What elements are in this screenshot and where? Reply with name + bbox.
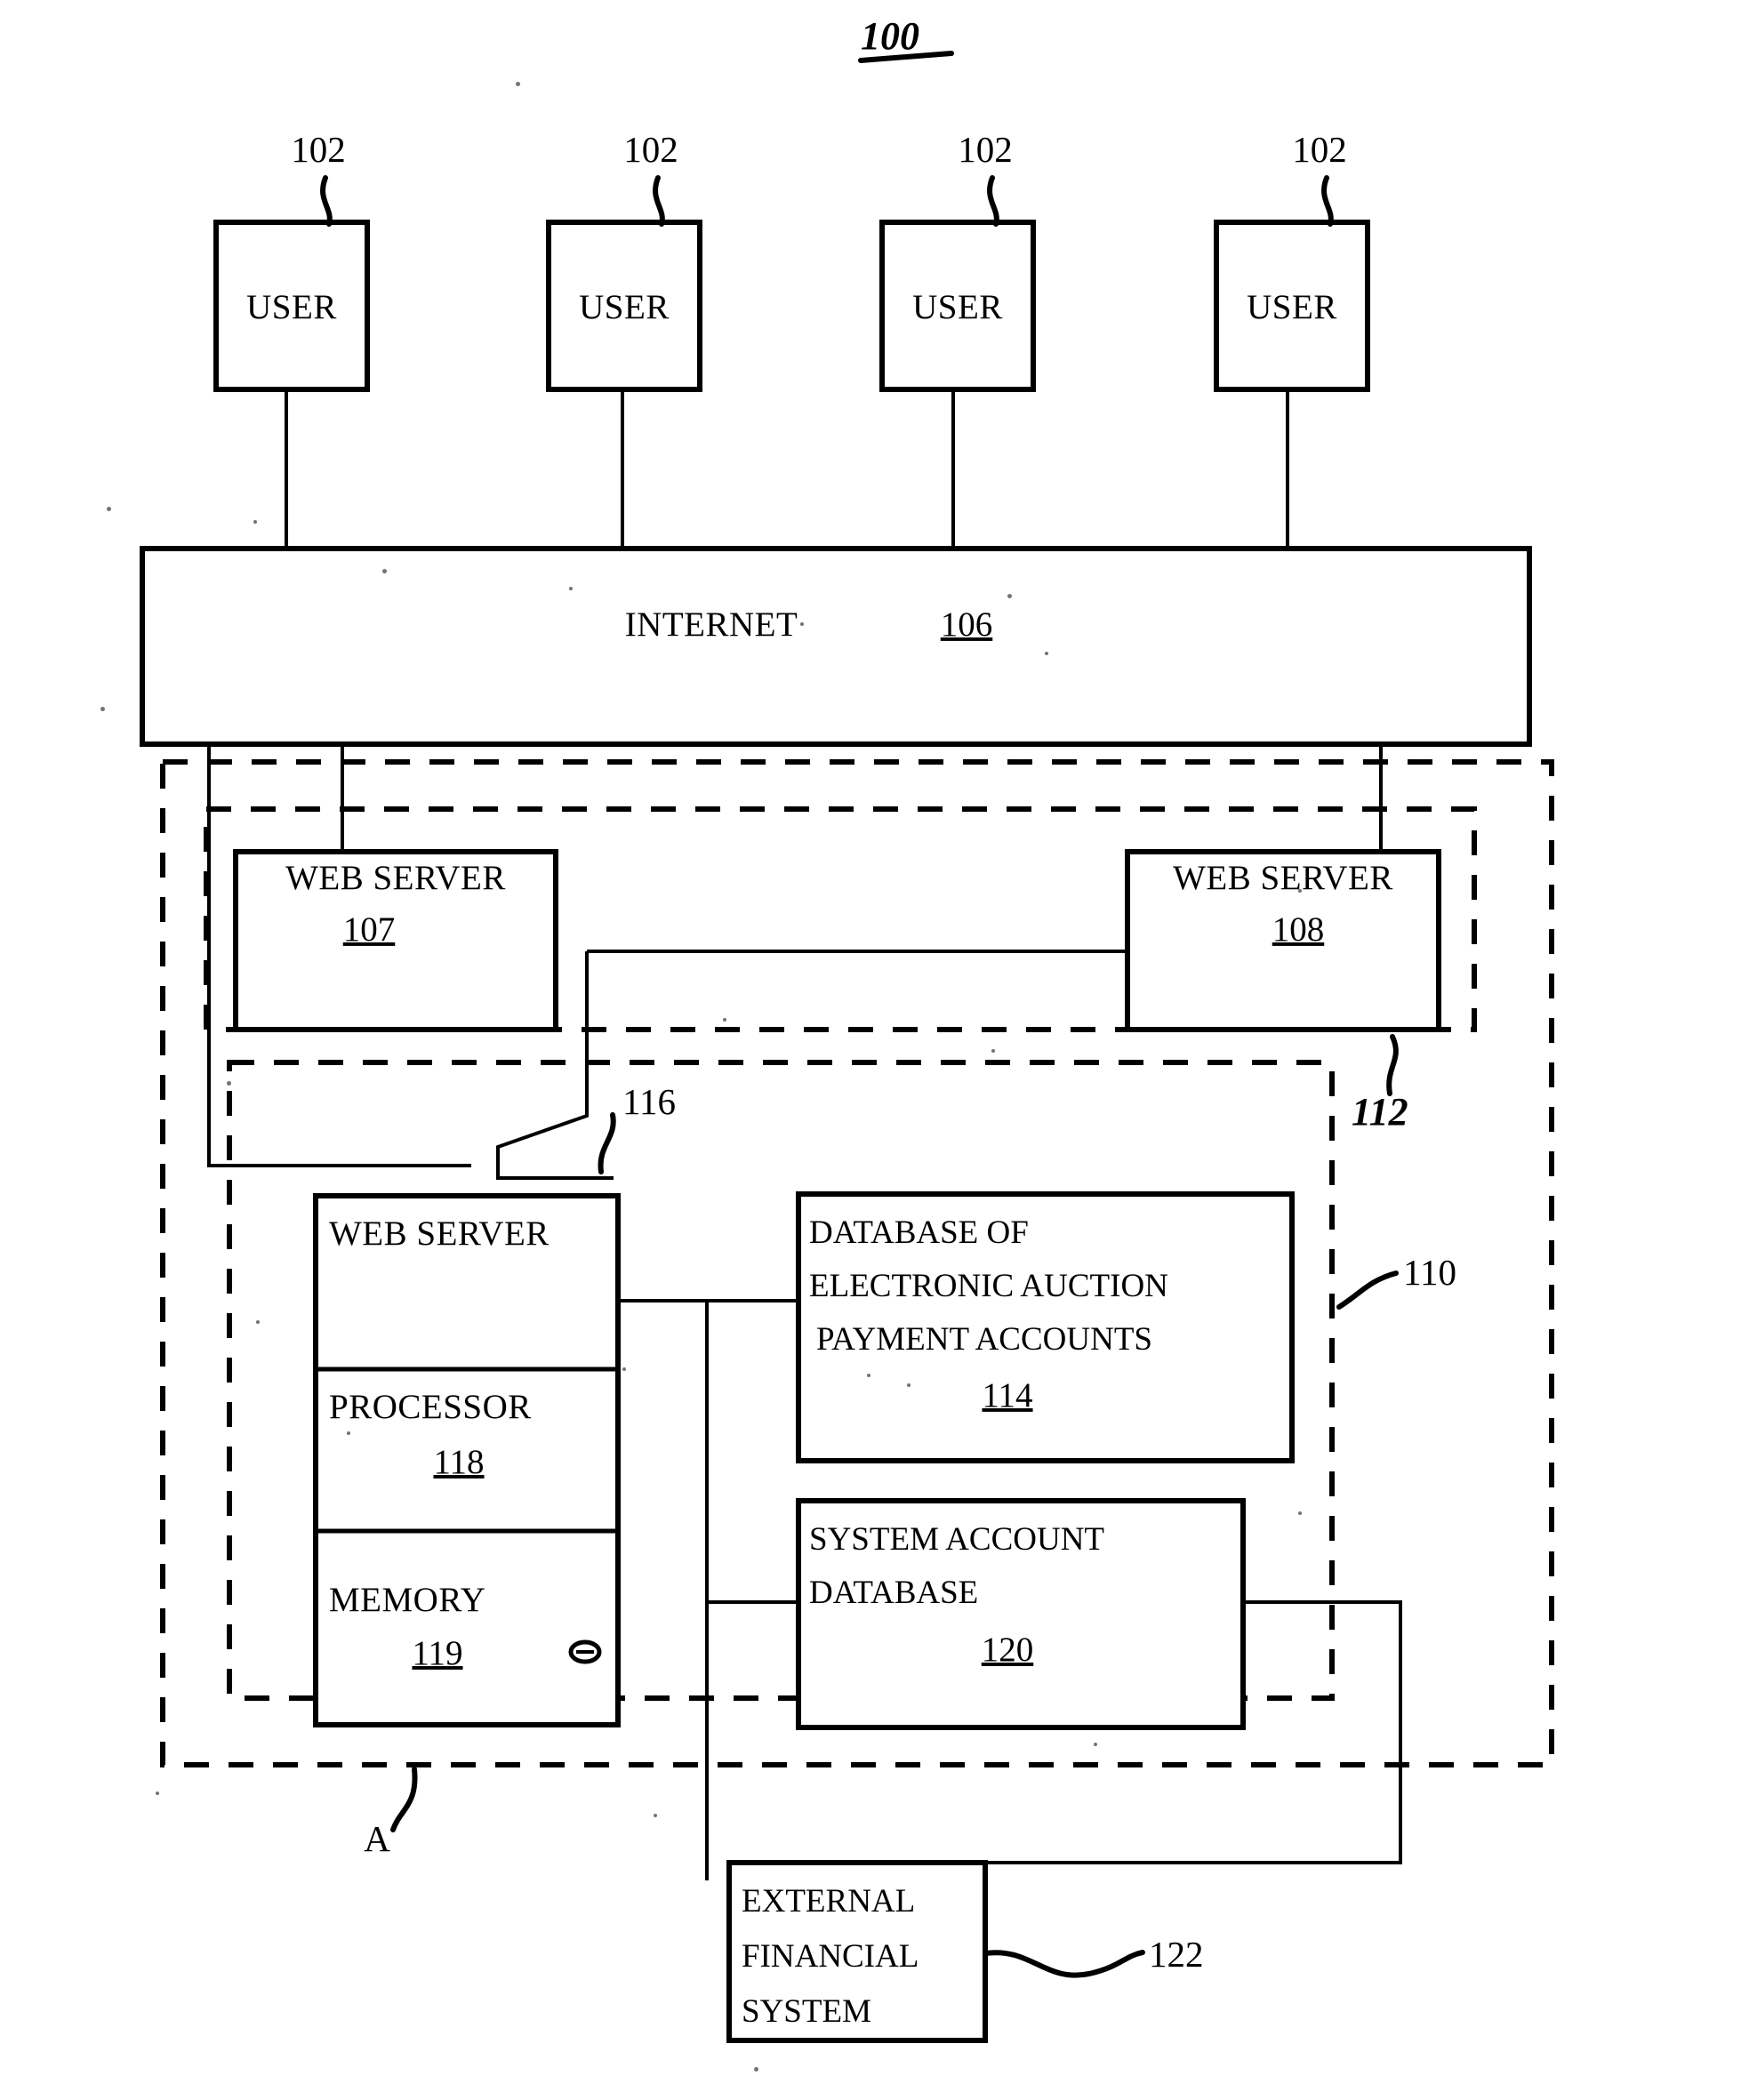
scan-speck xyxy=(569,587,573,590)
external-line1: EXTERNAL xyxy=(742,1883,915,1920)
leader-A xyxy=(390,1767,418,1832)
internet-label: INTERNET xyxy=(625,605,798,644)
core-web-server-label: WEB SERVER xyxy=(329,1214,550,1253)
ref-A: A xyxy=(364,1818,390,1859)
user-label-4: USER xyxy=(1247,288,1337,326)
leader-102-2 xyxy=(653,175,665,227)
internet-bar[interactable] xyxy=(140,546,1532,747)
database-114-ref: 114 xyxy=(982,1376,1032,1415)
ref-102-2: 102 xyxy=(623,129,678,170)
internet-ref: 106 xyxy=(941,605,993,644)
web-server-108-ref: 108 xyxy=(1272,910,1325,949)
database-120-line1: SYSTEM ACCOUNT xyxy=(809,1521,1104,1558)
scan-speck xyxy=(907,1383,911,1387)
scan-speck xyxy=(1007,594,1012,598)
scan-speck xyxy=(516,82,520,86)
scan-speck xyxy=(256,1320,260,1324)
scan-speck xyxy=(754,2067,758,2072)
database-120-line2: DATABASE xyxy=(809,1575,978,1611)
scan-speck xyxy=(1094,1743,1097,1746)
scan-speck xyxy=(227,1081,231,1086)
user-label-3: USER xyxy=(912,288,1003,326)
external-line2: FINANCIAL xyxy=(742,1938,919,1975)
database-120-ref: 120 xyxy=(982,1631,1034,1669)
scan-speck xyxy=(654,1814,657,1817)
patent-figure-canvas: 100 102 102 102 102 USER USER USER USER … xyxy=(0,0,1749,2100)
ref-116: 116 xyxy=(622,1081,676,1122)
scan-speck xyxy=(107,507,111,511)
ref-102-4: 102 xyxy=(1292,129,1347,170)
diagram-svg: 100 102 102 102 102 USER USER USER USER … xyxy=(140,14,1554,2043)
ref-112: 112 xyxy=(1352,1090,1408,1134)
leader-110 xyxy=(1336,1270,1399,1310)
external-line3: SYSTEM xyxy=(742,1993,871,2030)
database-114-line1: DATABASE OF xyxy=(809,1214,1029,1251)
leader-112 xyxy=(1386,1034,1399,1096)
web-server-107-ref: 107 xyxy=(343,910,396,949)
scan-speck xyxy=(800,622,804,626)
processor-label: PROCESSOR xyxy=(329,1388,532,1426)
scan-speck xyxy=(1298,889,1302,893)
database-114-line2: ELECTRONIC AUCTION xyxy=(809,1268,1168,1304)
scan-speck xyxy=(382,569,387,573)
ref-102-3: 102 xyxy=(958,129,1013,170)
leader-102-3 xyxy=(987,175,999,227)
leader-102-1 xyxy=(320,175,333,227)
leader-122 xyxy=(983,1950,1145,1978)
scan-speck xyxy=(991,1049,995,1053)
scan-speck xyxy=(100,707,105,711)
leader-116 xyxy=(598,1112,616,1174)
scan-speck xyxy=(1298,1511,1302,1515)
figure-number: 100 xyxy=(861,14,919,58)
ref-102-1: 102 xyxy=(291,129,346,170)
scan-speck xyxy=(867,1374,870,1377)
scan-speck xyxy=(253,520,257,524)
ref-122: 122 xyxy=(1149,1934,1204,1975)
scan-speck xyxy=(156,1791,159,1795)
scan-speck xyxy=(622,1367,626,1371)
scan-speck xyxy=(347,1431,350,1435)
scan-speck xyxy=(1045,652,1048,655)
scan-speck xyxy=(723,1018,726,1022)
web-server-108-label: WEB SERVER xyxy=(1173,859,1393,897)
database-114-line3: PAYMENT ACCOUNTS xyxy=(816,1321,1152,1358)
user-label-2: USER xyxy=(579,288,670,326)
ref-110: 110 xyxy=(1403,1252,1456,1293)
processor-ref: 118 xyxy=(433,1443,484,1481)
memory-ref: 119 xyxy=(412,1634,462,1672)
leader-102-4 xyxy=(1321,175,1334,227)
user-label-1: USER xyxy=(246,288,337,326)
web-server-107-label: WEB SERVER xyxy=(285,859,506,897)
memory-label: MEMORY xyxy=(329,1581,485,1619)
